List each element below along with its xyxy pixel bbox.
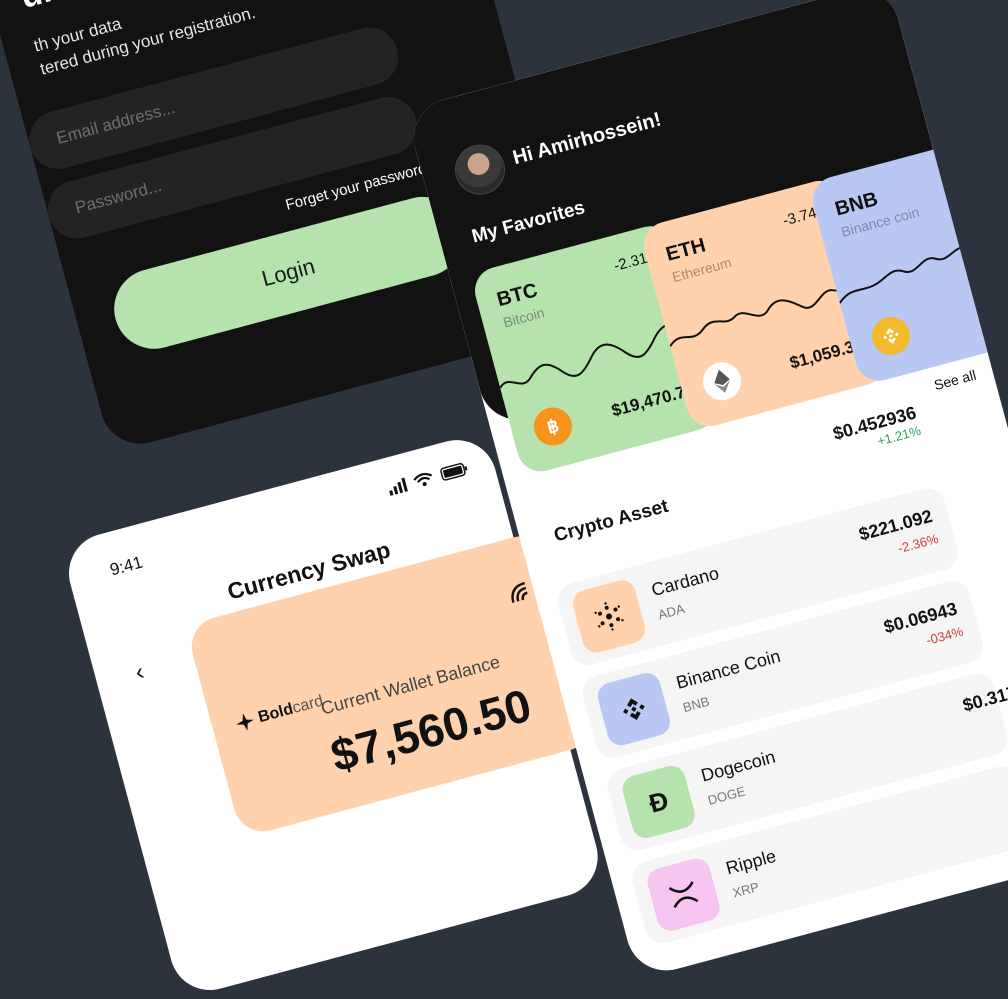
asset-change: -034%	[924, 623, 965, 648]
asset-ticker: XRP	[730, 879, 761, 901]
asset-ticker: BNB	[681, 693, 711, 716]
asset-change: -2.36%	[896, 530, 940, 557]
coin-price: $300.	[988, 289, 1008, 319]
bitcoin-icon: ฿	[529, 403, 577, 450]
see-all-link[interactable]: See all	[932, 367, 977, 394]
asset-ticker: ADA	[656, 600, 687, 623]
ethereum-icon	[698, 357, 746, 405]
dogecoin-icon: Đ	[619, 762, 698, 842]
signal-icon	[387, 477, 408, 496]
email-placeholder: Email address...	[54, 97, 178, 148]
asset-name: Dogecoin	[698, 746, 778, 786]
brand-bold: Bold	[256, 700, 296, 727]
contactless-icon	[511, 581, 528, 603]
coin-change: +1.74%	[946, 155, 1001, 186]
back-chevron-icon[interactable]: ‹	[132, 658, 147, 687]
password-placeholder: Password...	[73, 176, 164, 218]
boldcard-logo: Boldcard	[234, 693, 325, 734]
asset-ticker: DOGE	[706, 783, 747, 808]
asset-header-value: $0.452936 +1.21%	[831, 402, 923, 459]
battery-icon	[440, 462, 468, 481]
asset-name: Binance Coin	[674, 645, 783, 693]
wifi-icon	[413, 472, 433, 487]
status-time: 9:41	[107, 552, 145, 580]
star-logo-icon	[236, 713, 254, 731]
binance-icon	[867, 312, 915, 360]
asset-name: Ripple	[723, 845, 779, 879]
binance-icon	[594, 669, 674, 749]
asset-price: $0.317	[960, 681, 1008, 716]
status-bar-icons	[387, 461, 470, 496]
crypto-asset-title: Crypto Asset	[551, 495, 671, 547]
asset-name: Cardano	[649, 562, 722, 601]
ripple-icon	[644, 855, 723, 934]
cardano-icon	[569, 577, 649, 656]
